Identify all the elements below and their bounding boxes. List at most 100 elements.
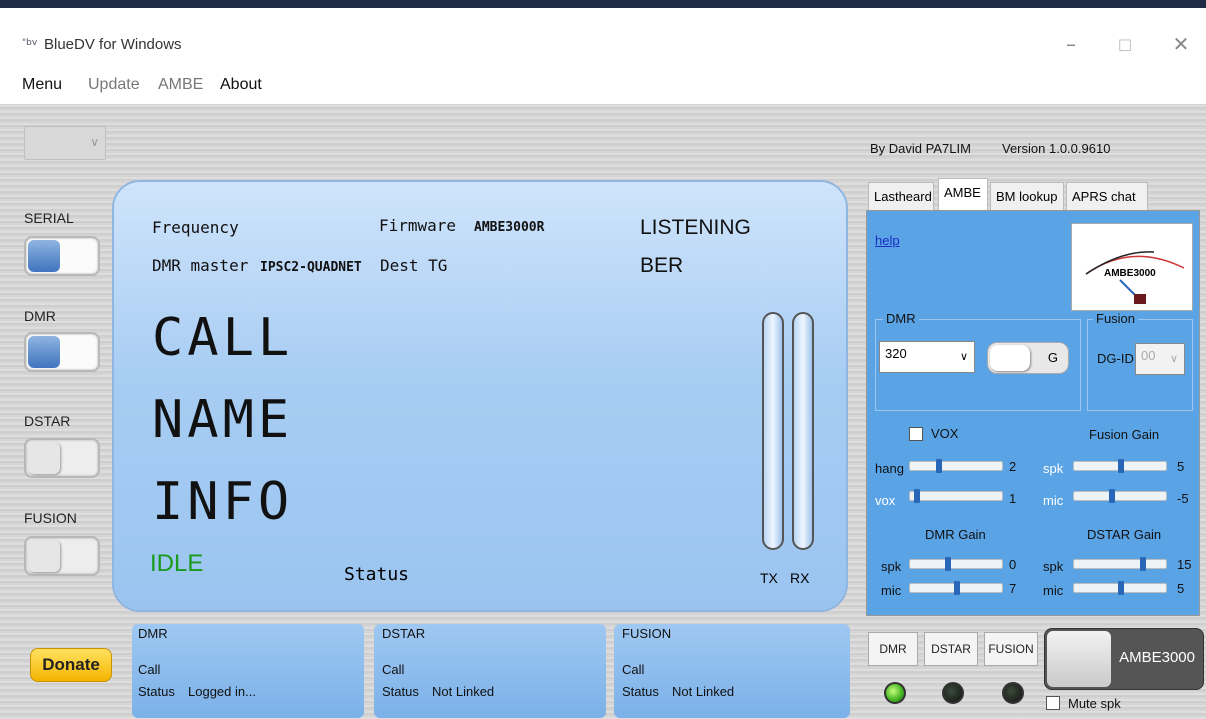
menu-bar: Menu Update AMBE About <box>0 70 1206 104</box>
fusion-gain-title: Fusion Gain <box>1089 427 1160 442</box>
chevron-down-icon: ∨ <box>959 351 968 363</box>
tx-meter <box>762 312 784 550</box>
dmr-spk-value: 0 <box>1009 557 1017 572</box>
slider-thumb[interactable] <box>1109 489 1116 503</box>
toggle-knob <box>990 345 1030 371</box>
slider-thumb[interactable] <box>954 581 960 595</box>
minimize-icon[interactable]: – <box>1056 32 1086 56</box>
dmr-spk-slider[interactable] <box>909 557 1003 571</box>
help-link[interactable]: help <box>875 233 900 248</box>
dmr-gain-title: DMR Gain <box>925 527 986 542</box>
vox-slider[interactable] <box>909 489 1003 503</box>
version-label: Version 1.0.0.9610 <box>1002 141 1111 156</box>
listening-status: LISTENING <box>640 216 751 239</box>
slider-thumb[interactable] <box>1140 557 1146 571</box>
dstar-led-icon <box>942 682 964 704</box>
tab-ambe[interactable]: AMBE <box>938 178 988 211</box>
mute-spk-label: Mute spk <box>1068 696 1121 711</box>
dstar-gain-title: DSTAR Gain <box>1087 527 1162 542</box>
fusion-mode-button[interactable]: FUSION <box>984 632 1038 666</box>
status-label: Status <box>344 564 410 585</box>
dstar-mic-slider[interactable] <box>1073 581 1167 595</box>
dmr-label: DMR <box>24 308 56 324</box>
menu-item-menu[interactable]: Menu <box>22 76 62 94</box>
dmr-status-panel: DMR Call Status Logged in... <box>132 624 364 718</box>
name-display: NAME <box>152 390 294 450</box>
vox-label: VOX <box>931 426 959 441</box>
ambe3000-toggle[interactable]: AMBE3000 <box>1044 628 1204 690</box>
serial-label: SERIAL <box>24 210 74 226</box>
fusion-mic-slider[interactable] <box>1073 489 1167 503</box>
port-select[interactable]: ∨ <box>24 126 106 160</box>
fusion-toggle[interactable] <box>24 536 100 576</box>
chevron-down-icon: ∨ <box>1169 353 1178 365</box>
dstar-spk-value: 15 <box>1177 557 1192 572</box>
mute-spk-checkbox[interactable] <box>1046 696 1060 710</box>
vox-level-label: vox <box>875 493 896 508</box>
menu-item-about[interactable]: About <box>220 76 262 94</box>
vox-value: 1 <box>1009 491 1017 506</box>
dmr-call-label: Call <box>138 662 161 677</box>
tab-lastheard[interactable]: Lastheard <box>868 182 934 210</box>
toggle-knob <box>1047 631 1111 687</box>
hang-value: 2 <box>1009 459 1017 474</box>
fusion-spk-slider[interactable] <box>1073 459 1167 473</box>
idle-status: IDLE <box>150 550 204 577</box>
dmr-toggle[interactable] <box>24 332 100 372</box>
dstar-spk-slider[interactable] <box>1073 557 1167 571</box>
dstar-spk-label: spk <box>1043 559 1064 574</box>
maximize-icon[interactable]: ☐ <box>1110 36 1140 55</box>
dest-tg-label: Dest TG <box>380 256 448 275</box>
dmr-spk-label: spk <box>881 559 902 574</box>
dmr-master-value: IPSC2-QUADNET <box>260 260 362 275</box>
firmware-label: Firmware <box>379 216 457 235</box>
fusion-spk-label: spk <box>1043 461 1064 476</box>
ambe3000-label: AMBE3000 <box>1119 649 1195 666</box>
serial-toggle[interactable] <box>24 236 100 276</box>
close-icon[interactable]: ✕ <box>1166 32 1196 56</box>
fusion-panel-title: FUSION <box>622 626 672 641</box>
toggle-knob <box>28 540 60 572</box>
call-display: CALL <box>152 308 294 368</box>
vox-checkbox[interactable] <box>909 427 923 441</box>
fusion-status-value: Not Linked <box>672 684 735 699</box>
dmr-status-label: Status <box>138 684 175 699</box>
info-display: INFO <box>152 472 294 532</box>
menu-item-update[interactable]: Update <box>88 76 140 94</box>
slider-thumb[interactable] <box>945 557 952 571</box>
dstar-label: DSTAR <box>24 413 71 429</box>
rx-meter <box>792 312 814 550</box>
slider-thumb[interactable] <box>936 459 943 473</box>
dstar-toggle[interactable] <box>24 438 100 478</box>
dstar-status-value: Not Linked <box>432 684 495 699</box>
donate-button[interactable]: Donate <box>30 648 112 682</box>
dgid-select[interactable]: 00 ∨ <box>1135 343 1185 375</box>
hang-label: hang <box>875 461 904 476</box>
toggle-knob <box>28 336 60 368</box>
dmr-mic-value: 7 <box>1009 581 1017 596</box>
fusion-mic-label: mic <box>1043 493 1064 508</box>
dstar-mode-button[interactable]: DSTAR <box>924 632 978 666</box>
frequency-label: Frequency <box>152 218 239 237</box>
menu-item-ambe[interactable]: AMBE <box>158 76 203 94</box>
dmr-led-icon <box>884 682 906 704</box>
slider-thumb[interactable] <box>1118 459 1124 473</box>
hang-slider[interactable] <box>909 459 1003 473</box>
slider-thumb[interactable] <box>914 489 921 503</box>
ber-label: BER <box>640 254 684 277</box>
tab-bm-lookup[interactable]: BM lookup <box>990 182 1064 210</box>
meter-label: AMBE3000 <box>1104 268 1156 279</box>
dmr-mode-button[interactable]: DMR <box>868 632 918 666</box>
tab-aprs-chat[interactable]: APRS chat <box>1066 182 1148 210</box>
dmr-talkgroup-select[interactable]: 320 ∨ <box>879 341 975 373</box>
dgid-label: DG-ID <box>1097 351 1134 366</box>
group-call-toggle[interactable]: G <box>987 342 1069 374</box>
group-call-label: G <box>1047 350 1058 365</box>
meter-gauge-icon <box>1085 251 1185 304</box>
radio-display: Frequency Firmware AMBE3000R LISTENING D… <box>112 180 848 612</box>
dmr-mic-slider[interactable] <box>909 581 1003 595</box>
dstar-mic-value: 5 <box>1177 581 1185 596</box>
dmr-status-value: Logged in... <box>188 684 256 699</box>
slider-thumb[interactable] <box>1118 581 1124 595</box>
dmr-panel-title: DMR <box>138 626 168 641</box>
